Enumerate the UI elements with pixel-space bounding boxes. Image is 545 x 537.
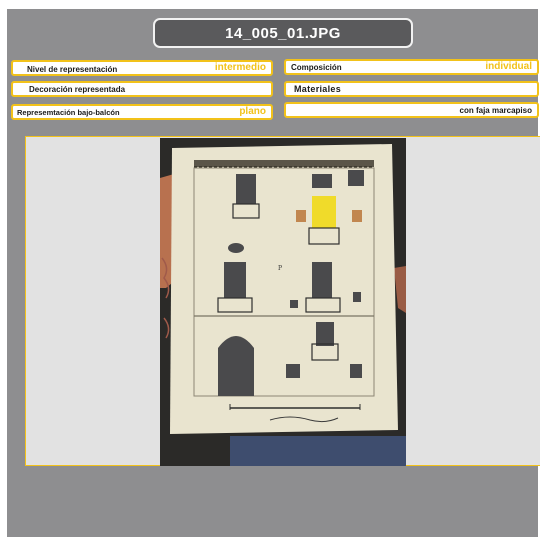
image-title-text: 14_005_01.JPG xyxy=(225,24,341,42)
composicion-field: Composición individual xyxy=(284,59,539,75)
composicion-label: Composición xyxy=(291,63,342,72)
nivel-value: intermedio xyxy=(214,62,266,73)
svg-text:P: P xyxy=(278,265,282,272)
faja-label: con faja marcapiso xyxy=(459,106,532,115)
faja-field: con faja marcapiso xyxy=(284,102,539,118)
bajo-balcon-value: plano xyxy=(239,106,266,117)
decoracion-label: Decoración representada xyxy=(29,85,126,94)
facade-drawing-photo: P xyxy=(160,138,406,466)
image-title: 14_005_01.JPG xyxy=(153,18,413,48)
composicion-value: individual xyxy=(485,61,532,72)
materiales-label: Materiales xyxy=(294,84,342,94)
nivel-label: Nivel de representación xyxy=(27,65,118,74)
nivel-field: Nivel de representación intermedio xyxy=(11,60,273,76)
bajo-balcon-field: Represemtación bajo-balcón plano xyxy=(11,104,273,120)
bajo-balcon-label: Represemtación bajo-balcón xyxy=(17,108,120,117)
decoracion-field: Decoración representada xyxy=(11,81,273,97)
materiales-field: Materiales xyxy=(284,81,539,97)
